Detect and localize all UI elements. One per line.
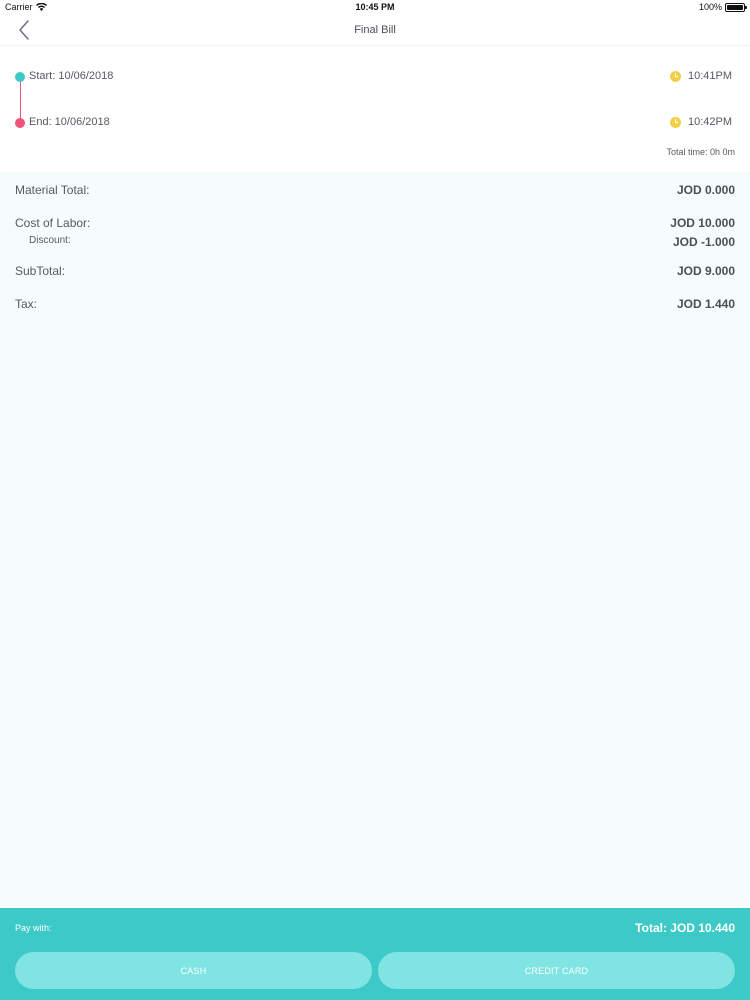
status-time: 10:45 PM (355, 2, 395, 12)
battery-percent: 100% (698, 2, 722, 12)
end-dot-icon (15, 118, 25, 128)
material-total-label: Material Total: (15, 183, 90, 197)
start-date: Start: 10/06/2018 (29, 70, 114, 82)
page-title: Final Bill (354, 24, 396, 36)
total-time: Total time: 0h 0m (666, 147, 735, 157)
bill-breakdown: Material Total: JOD 0.000 Cost of Labor:… (0, 172, 750, 908)
end-date: End: 10/06/2018 (29, 116, 110, 128)
labor-cost-value: JOD 10.000 (670, 216, 735, 230)
pay-with-label: Pay with: (15, 923, 52, 933)
clock-icon (669, 116, 681, 128)
subtotal-label: SubTotal: (15, 264, 66, 278)
grand-total: Total: JOD 10.440 (635, 921, 735, 935)
discount-label: Discount: (29, 235, 71, 246)
final-bill-screen: Carrier 10:45 PM 100% Final Bill Start: … (0, 0, 750, 1000)
start-time-value: 10:41PM (687, 70, 732, 82)
navigation-bar: Final Bill (0, 16, 750, 46)
clock-icon (669, 70, 681, 82)
labor-cost-label: Cost of Labor: (15, 216, 91, 230)
status-bar: Carrier 10:45 PM 100% (0, 0, 750, 16)
start-dot-icon (15, 72, 25, 82)
tax-value: JOD 1.440 (676, 297, 735, 311)
work-timeline: Start: 10/06/2018 10:41PM End: 10/06/201… (0, 60, 750, 172)
subtotal-value: JOD 9.000 (676, 264, 735, 278)
battery-icon (725, 2, 747, 12)
cash-button[interactable]: CASH (15, 952, 372, 989)
material-total-value: JOD 0.000 (676, 183, 735, 197)
tax-label: Tax: (15, 297, 38, 311)
payment-footer: Pay with: Total: JOD 10.440 CASH CREDIT … (0, 908, 750, 1000)
discount-value: JOD -1.000 (672, 235, 735, 249)
end-time: 10:42PM (669, 116, 732, 128)
credit-card-button[interactable]: CREDIT CARD (378, 952, 735, 989)
end-time-value: 10:42PM (687, 116, 732, 128)
start-time: 10:41PM (669, 70, 732, 82)
timeline-connector (19, 82, 21, 118)
status-battery: 100% (698, 2, 747, 12)
